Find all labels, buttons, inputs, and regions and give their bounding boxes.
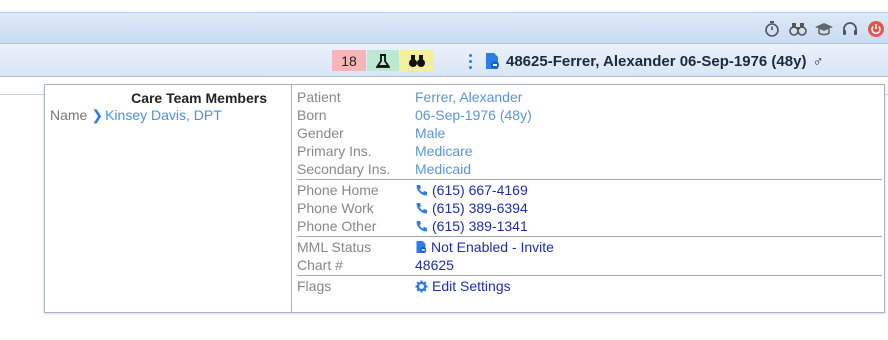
patient-value: Ferrer, Alexander	[415, 89, 523, 105]
mml-status-value: Not Enabled - Invite	[431, 239, 554, 255]
kebab-menu-icon[interactable]	[464, 51, 476, 71]
toolbar-icons	[762, 19, 886, 39]
phone-home-label: Phone Home	[297, 182, 379, 198]
care-team-row: Name ❯ Kinsey Davis, DPT	[50, 107, 222, 124]
phone-work-link[interactable]: (615) 389-6394	[415, 200, 528, 216]
phone-other-label: Phone Other	[297, 218, 377, 234]
phone-other-value: (615) 389-1341	[432, 218, 528, 234]
info-row-chart: Chart # 48625	[297, 256, 882, 274]
binoculars-button[interactable]	[400, 50, 434, 71]
primary-ins-label: Primary Ins.	[297, 143, 372, 159]
chevron-right-icon: ❯	[91, 107, 104, 123]
gear-icon	[415, 280, 428, 292]
care-team-member-link[interactable]: Kinsey Davis, DPT	[105, 107, 222, 123]
phone-work-value: (615) 389-6394	[432, 200, 528, 216]
lab-flask-button[interactable]	[367, 50, 399, 71]
born-label: Born	[297, 107, 327, 123]
gender-value: Male	[415, 125, 446, 141]
chart-value: 48625	[415, 257, 454, 273]
care-team-title: Care Team Members	[131, 90, 267, 106]
info-row-mml-status: MML Status Not Enabled - Invite	[297, 238, 882, 256]
graduation-cap-icon[interactable]	[814, 19, 834, 39]
patient-bar: 18 48625-Ferrer, Alexander 06-Sep-1976 (…	[0, 44, 888, 77]
binoculars-icon[interactable]	[788, 19, 808, 39]
name-label: Name	[50, 107, 88, 123]
info-row-flags: Flags Edit Settings	[297, 277, 882, 295]
patient-file-icon	[486, 53, 499, 69]
phone-home-link[interactable]: (615) 667-4169	[415, 182, 528, 198]
top-strip	[0, 0, 888, 12]
born-value: 06-Sep-1976 (48y)	[415, 107, 532, 123]
mml-status-label: MML Status	[297, 239, 372, 255]
flags-label: Flags	[297, 278, 332, 294]
edit-settings-label: Edit Settings	[432, 278, 511, 294]
headset-icon[interactable]	[840, 19, 860, 39]
primary-ins-value: Medicare	[415, 143, 473, 159]
patient-label: Patient	[297, 89, 341, 105]
phone-home-value: (615) 667-4169	[432, 182, 528, 198]
info-row-patient: Patient Ferrer, Alexander	[297, 88, 882, 106]
alert-count-badge[interactable]: 18	[332, 50, 366, 71]
power-icon[interactable]	[866, 19, 886, 39]
gender-symbol: ♂	[812, 52, 824, 70]
top-toolbar	[0, 12, 888, 44]
edit-settings-link[interactable]: Edit Settings	[415, 278, 511, 294]
patient-header-label: 48625-Ferrer, Alexander 06-Sep-1976 (48y…	[506, 52, 807, 70]
divider	[297, 236, 882, 237]
flask-icon	[376, 53, 390, 68]
mml-invite-link[interactable]: Not Enabled - Invite	[415, 239, 554, 255]
info-row-primary-ins: Primary Ins. Medicare	[297, 142, 882, 160]
secondary-ins-value: Medicaid	[415, 161, 472, 177]
phone-work-label: Phone Work	[297, 200, 374, 216]
info-row-phone-work: Phone Work (615) 389-6394	[297, 199, 882, 217]
phone-other-link[interactable]: (615) 389-1341	[415, 218, 528, 234]
info-row-secondary-ins: Secondary Ins. Medicaid	[297, 160, 882, 178]
patient-info-popup: Care Team Members Name ❯ Kinsey Davis, DPT…	[44, 84, 885, 313]
binoculars-icon	[409, 54, 425, 67]
stopwatch-icon[interactable]	[762, 19, 782, 39]
patient-header[interactable]: 48625-Ferrer, Alexander 06-Sep-1976 (48y…	[484, 52, 824, 70]
secondary-ins-label: Secondary Ins.	[297, 161, 391, 177]
info-row-born: Born 06-Sep-1976 (48y)	[297, 106, 882, 124]
patient-info-panel: Patient Ferrer, Alexander Born 06-Sep-19…	[297, 88, 882, 295]
phone-icon	[416, 202, 427, 213]
divider	[297, 275, 882, 276]
phone-icon	[416, 220, 427, 231]
phone-icon	[416, 184, 427, 195]
info-row-gender: Gender Male	[297, 124, 882, 142]
divider	[297, 179, 882, 180]
care-team-panel: Care Team Members Name ❯ Kinsey Davis, DPT	[45, 85, 292, 312]
patient-file-icon	[416, 241, 427, 253]
chart-label: Chart #	[297, 257, 343, 273]
info-row-phone-other: Phone Other (615) 389-1341	[297, 217, 882, 235]
info-row-phone-home: Phone Home (615) 667-4169	[297, 181, 882, 199]
gender-label: Gender	[297, 125, 344, 141]
